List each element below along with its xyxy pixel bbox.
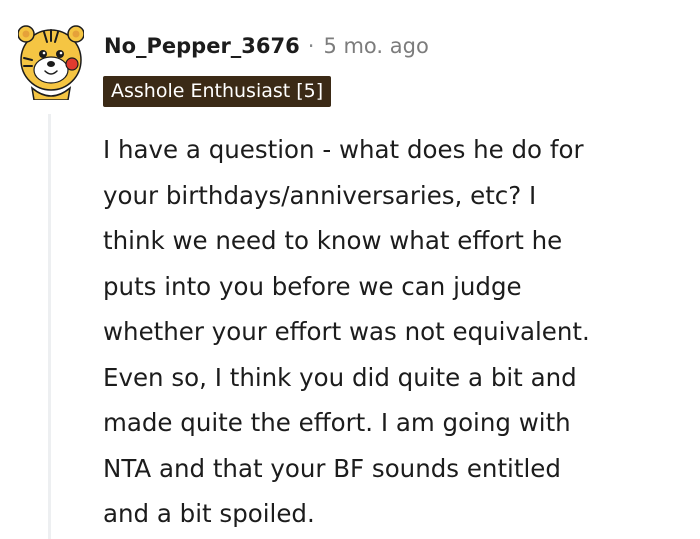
- thread-line[interactable]: [48, 114, 51, 539]
- comment-meta: No_Pepper_3676 · 5 mo. ago: [104, 30, 429, 62]
- comment-body: I have a question - what does he do for …: [103, 135, 590, 528]
- meta-separator: ·: [307, 34, 315, 58]
- timestamp[interactable]: 5 mo. ago: [323, 34, 428, 58]
- user-flair-badge: Asshole Enthusiast [5]: [103, 76, 332, 107]
- comment: No_Pepper_3676 · 5 mo. ago Asshole Enthu…: [0, 0, 700, 539]
- avatar-snoo-icon[interactable]: [18, 14, 84, 100]
- username-link[interactable]: No_Pepper_3676: [104, 34, 300, 58]
